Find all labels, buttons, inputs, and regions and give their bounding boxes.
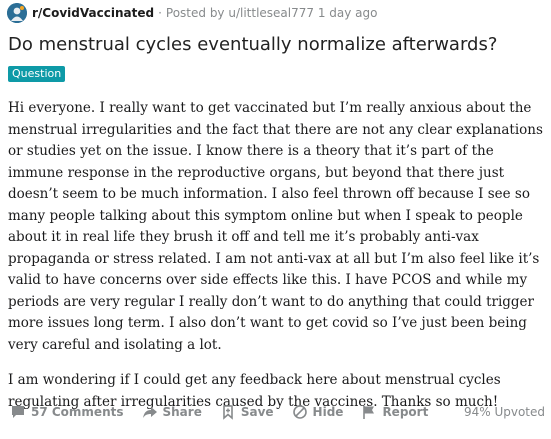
posted-by-text[interactable]: Posted by u/littleseal777 1 day ago [166, 6, 378, 20]
post-header: r/CovidVaccinated · Posted by u/littlese… [7, 3, 377, 23]
comments-label: 57 Comments [31, 405, 124, 419]
save-button[interactable]: Save [220, 404, 274, 420]
comments-button[interactable]: 57 Comments [10, 404, 124, 420]
save-icon [220, 404, 236, 420]
share-label: Share [162, 405, 202, 419]
post-actions-bar: 57 Comments Share Save Hide Report 94% U… [10, 402, 545, 422]
report-label: Report [382, 405, 429, 419]
report-icon [361, 404, 377, 420]
post-body: Hi everyone. I really want to get vaccin… [8, 98, 548, 427]
post-paragraph: Hi everyone. I really want to get vaccin… [8, 100, 543, 353]
upvote-ratio: 94% Upvoted [463, 405, 545, 419]
save-label: Save [240, 405, 274, 419]
post-flair[interactable]: Question [8, 66, 66, 82]
meta-separator: · [158, 6, 162, 20]
share-button[interactable]: Share [142, 404, 202, 420]
share-icon [142, 404, 158, 420]
hide-button[interactable]: Hide [292, 404, 344, 420]
post-title[interactable]: Do menstrual cycles eventually normalize… [8, 34, 497, 55]
subreddit-avatar-icon[interactable] [7, 3, 27, 23]
hide-label: Hide [312, 405, 344, 419]
comment-icon [10, 404, 26, 420]
hide-icon [292, 404, 308, 420]
subreddit-link[interactable]: r/CovidVaccinated [32, 6, 154, 20]
report-button[interactable]: Report [361, 404, 428, 420]
